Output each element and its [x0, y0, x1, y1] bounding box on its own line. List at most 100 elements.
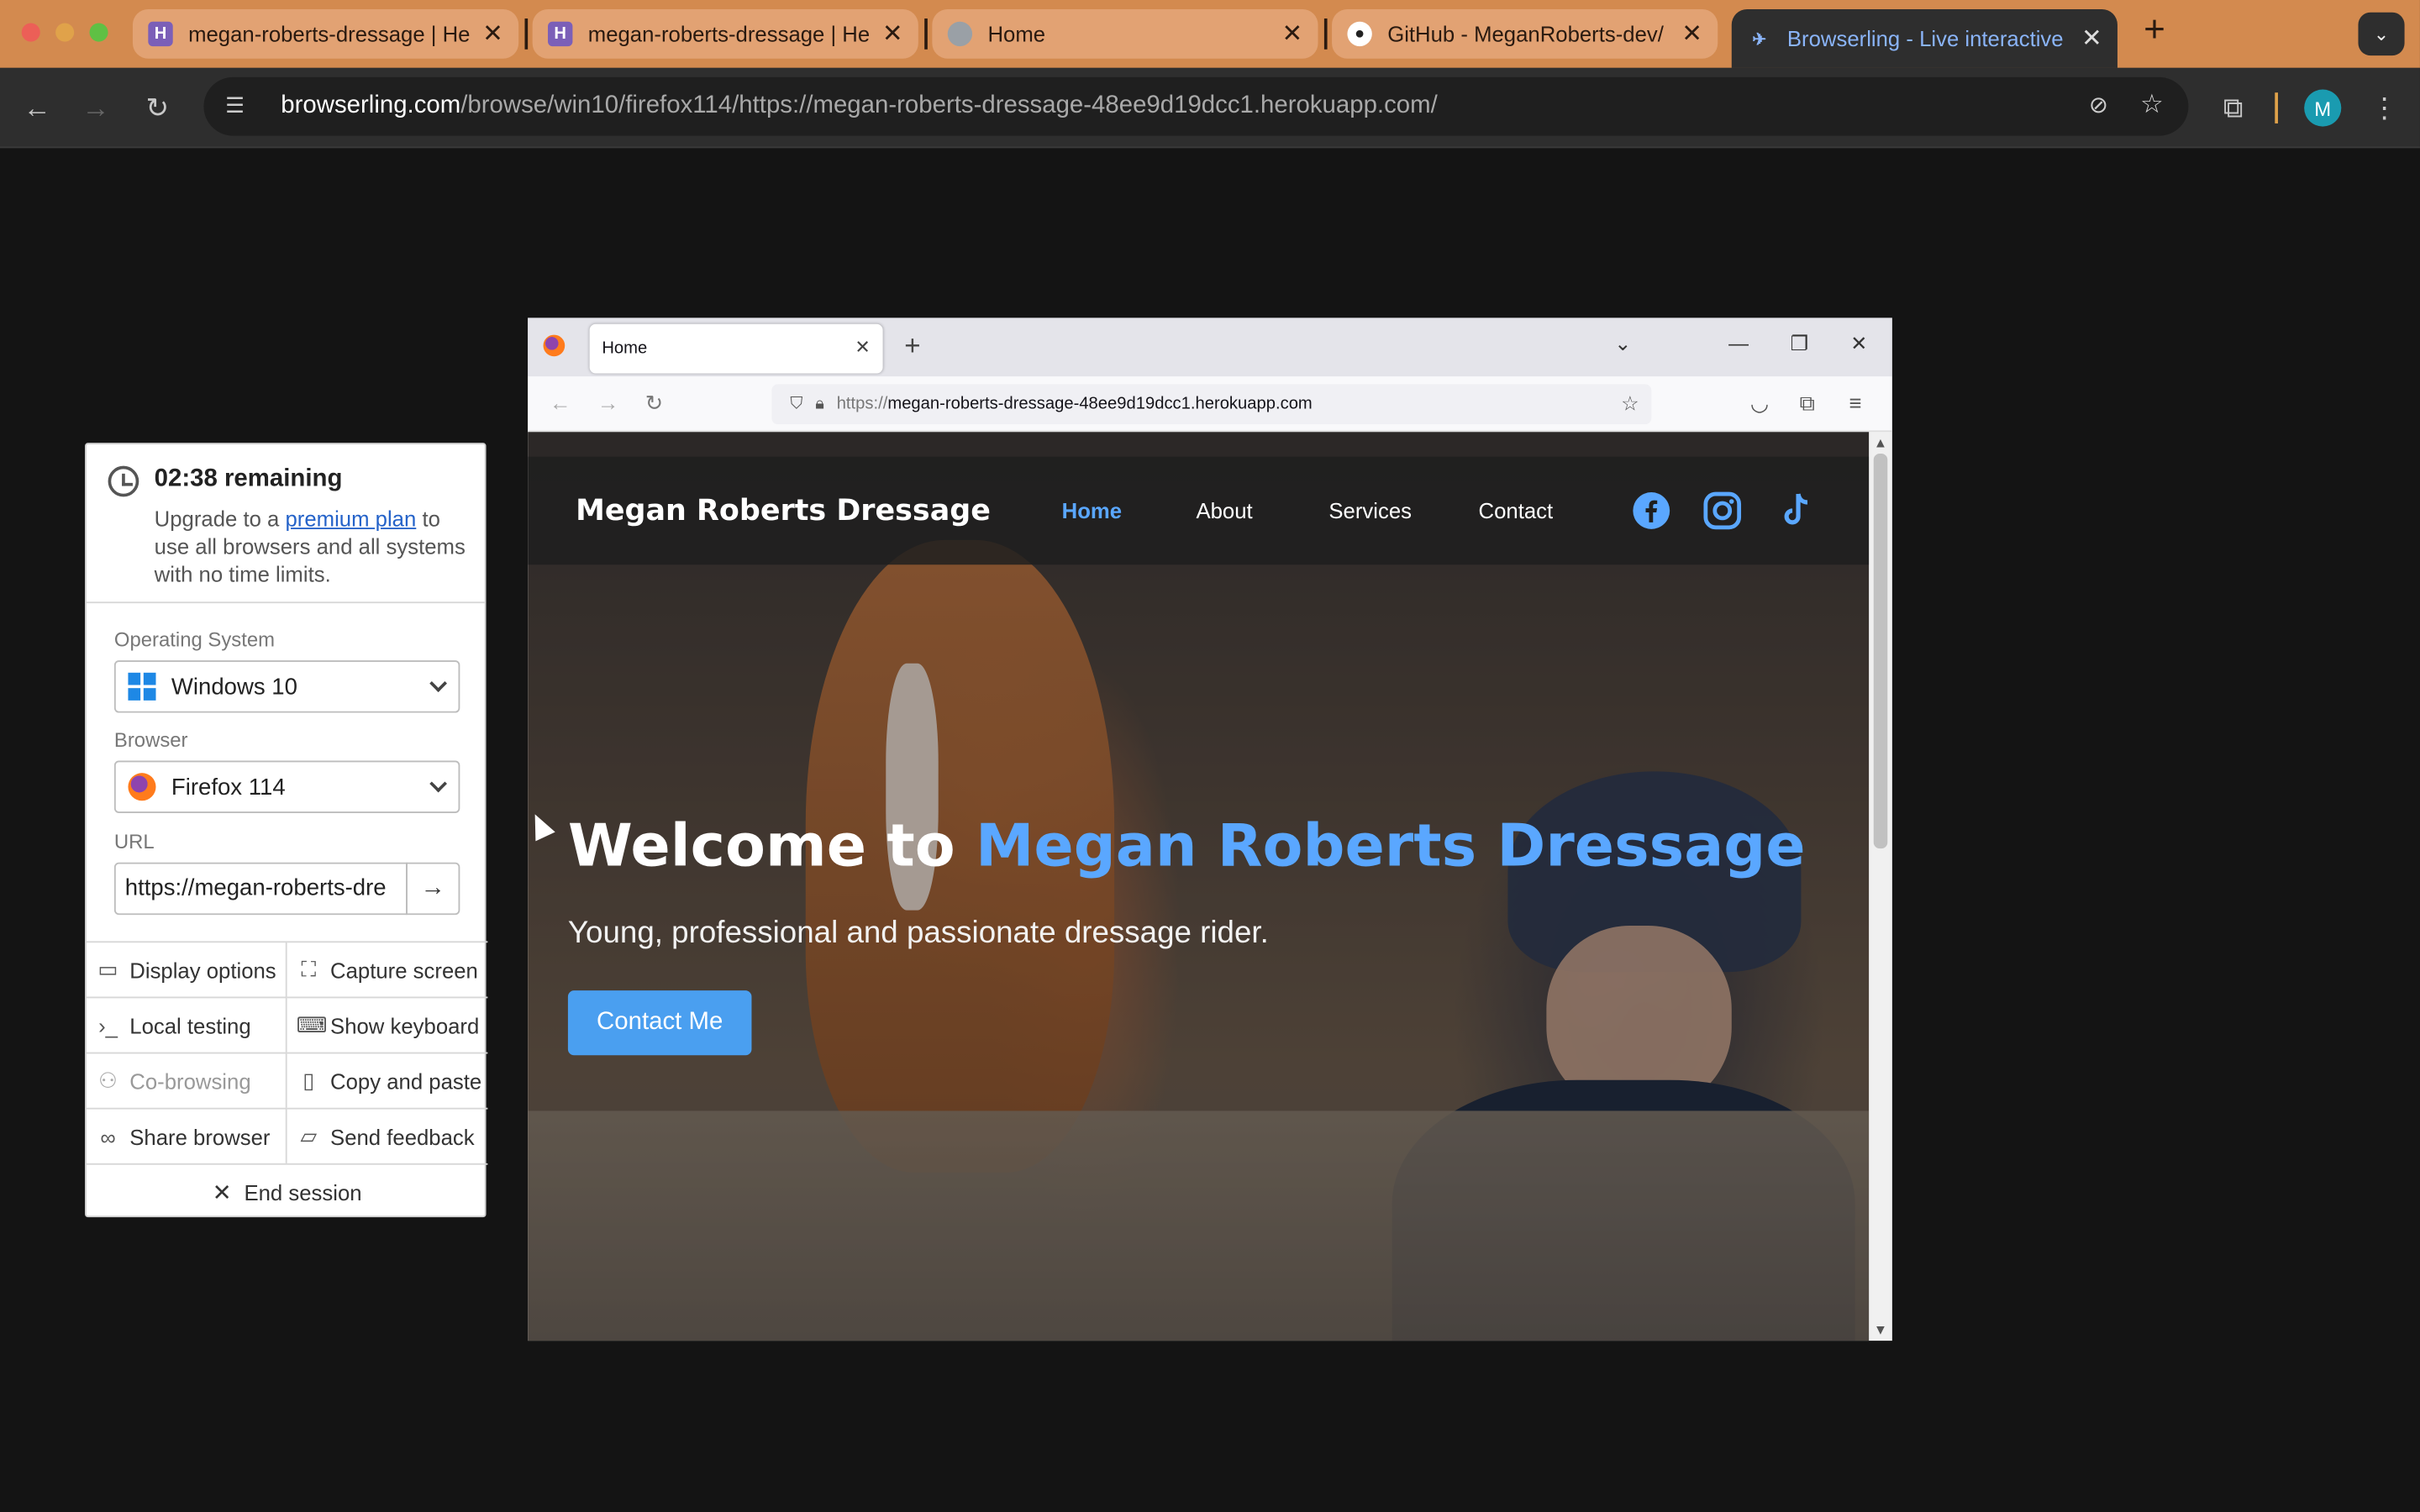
tab-separator [1323, 18, 1328, 50]
browserling-icon: ✈ [1752, 29, 1767, 49]
nav-contact[interactable]: Contact [1479, 498, 1554, 522]
chrome-tab-4[interactable]: ● GitHub - MeganRoberts-dev/ ✕ [1332, 9, 1718, 59]
comment-icon: ▱ [300, 1123, 318, 1148]
tab-close-icon[interactable]: ✕ [1681, 18, 1702, 50]
address-bar[interactable]: ☰ browserling.com/browse/win10/firefox11… [203, 76, 2189, 136]
reload-icon[interactable]: ↻ [645, 391, 664, 417]
lock-icon: 🔒︎ [815, 394, 824, 413]
end-session-button[interactable]: ✕ End session [86, 1163, 488, 1219]
github-icon: ● [1347, 21, 1372, 47]
site-brand[interactable]: Megan Roberts Dressage [576, 494, 991, 528]
users-icon: ⚇ [98, 1067, 118, 1093]
nav-home[interactable]: Home [1062, 498, 1122, 522]
tab-title: megan-roberts-dressage | He [188, 21, 471, 47]
url-input[interactable]: https://megan-roberts-dre [113, 862, 408, 916]
tab-title: GitHub - MeganRoberts-dev/ [1387, 21, 1664, 47]
reload-icon[interactable]: ↻ [139, 90, 176, 127]
firefox-url-bar[interactable]: ⛉ 🔒︎ https://megan-roberts-dressage-48ee… [771, 384, 1652, 425]
site-navbar: Megan Roberts Dressage Home About Servic… [528, 456, 1870, 565]
capture-screen-button[interactable]: ⛶ Capture screen [287, 941, 488, 996]
tab-close-icon[interactable]: ✕ [1282, 18, 1303, 50]
tab-close-icon[interactable]: ✕ [482, 18, 503, 50]
os-select[interactable]: Windows 10 [113, 660, 460, 713]
copy-and-paste-button[interactable]: ▯ Copy and paste [287, 1052, 488, 1108]
close-icon: ✕ [212, 1179, 232, 1206]
minimize-window-button[interactable] [55, 23, 75, 42]
firefox-tab-strip: Home ✕ + ⌄ — ❐ ✕ [528, 318, 1892, 377]
maximize-window-button[interactable] [89, 23, 108, 42]
close-window-button[interactable] [21, 23, 40, 42]
chrome-tab-3[interactable]: Home ✕ [932, 9, 1318, 59]
nav-services[interactable]: Services [1328, 498, 1412, 522]
contact-me-button[interactable]: Contact Me [567, 990, 752, 1056]
close-icon[interactable]: ✕ [1850, 332, 1867, 356]
tab-close-icon[interactable]: ✕ [882, 18, 903, 50]
instagram-icon[interactable] [1702, 491, 1743, 531]
scrollbar-thumb[interactable] [1873, 453, 1888, 849]
send-feedback-button[interactable]: ▱ Send feedback [287, 1107, 488, 1163]
no-camera-icon[interactable]: ⊘ [2089, 91, 2108, 118]
firefox-tab-home[interactable]: Home ✕ [589, 323, 883, 374]
site-settings-icon[interactable]: ☰ [225, 92, 253, 120]
share-browser-button[interactable]: ∞ Share browser [86, 1107, 287, 1163]
scroll-down-icon[interactable]: ▼ [1874, 1322, 1887, 1337]
action-label: Co-browsing [129, 1068, 251, 1094]
extensions-icon[interactable]: ⧉ [1800, 391, 1815, 417]
facebook-icon[interactable] [1631, 491, 1671, 531]
display-options-button[interactable]: ▭ Display options [86, 941, 287, 997]
browser-value: Firefox 114 [171, 774, 286, 801]
menu-icon[interactable]: ≡ [1849, 391, 1861, 415]
extensions-icon[interactable]: ⧉ [2215, 90, 2252, 127]
back-arrow-icon[interactable]: ← [550, 391, 571, 415]
local-testing-button[interactable]: ›_ Local testing [86, 996, 287, 1053]
chrome-tab-5-active[interactable]: ✈ Browserling - Live interactive ✕ [1731, 9, 2118, 68]
chrome-tab-1[interactable]: H megan-roberts-dressage | He ✕ [132, 9, 519, 59]
tab-separator [524, 18, 529, 50]
browser-label: Browser [113, 727, 188, 752]
upgrade-message: Upgrade to a premium plan to use all bro… [155, 505, 479, 588]
clipboard-icon: ▯ [302, 1067, 315, 1093]
tab-separator [924, 18, 928, 50]
pocket-icon[interactable]: ◡ [1750, 391, 1769, 417]
terminal-icon: ›_ [98, 1012, 118, 1038]
heroku-icon: H [548, 21, 573, 47]
tab-close-icon[interactable]: ✕ [855, 336, 870, 358]
profile-avatar[interactable]: M [2304, 89, 2342, 127]
remote-firefox-window[interactable]: Home ✕ + ⌄ — ❐ ✕ ← → ↻ ⛉ 🔒︎ https://mega… [528, 318, 1892, 1341]
co-browsing-button[interactable]: ⚇ Co-browsing [86, 1052, 287, 1108]
url-domain: megan-roberts-dressage-48ee9d19dcc1.hero… [887, 395, 1313, 414]
monitor-icon: ▭ [97, 956, 118, 982]
tab-search-button[interactable]: ⌄ [2358, 12, 2405, 56]
nav-about[interactable]: About [1196, 498, 1252, 522]
new-tab-button[interactable]: + [2134, 12, 2175, 53]
premium-plan-link[interactable]: premium plan [286, 506, 417, 530]
bookmark-star-icon[interactable]: ☆ [2140, 90, 2164, 121]
minimize-icon[interactable]: — [1728, 332, 1749, 355]
action-label: Capture screen [330, 957, 478, 983]
action-label: Local testing [129, 1012, 251, 1038]
action-label: Copy and paste [330, 1068, 482, 1094]
back-arrow-icon[interactable]: ← [18, 90, 55, 127]
browser-select[interactable]: Firefox 114 [113, 760, 460, 813]
browserling-panel: 02:38 remaining Upgrade to a premium pla… [85, 443, 488, 1219]
go-arrow-button[interactable]: → [406, 862, 460, 916]
firefox-icon[interactable] [543, 334, 566, 357]
show-keyboard-button[interactable]: ⌨ Show keyboard [287, 996, 488, 1053]
firefox-nav-bar: ← → ↻ ⛉ 🔒︎ https://megan-roberts-dressag… [528, 376, 1892, 433]
tiktok-icon[interactable] [1775, 491, 1815, 531]
new-tab-plus-icon[interactable]: + [904, 330, 920, 363]
chrome-tab-2[interactable]: H megan-roberts-dressage | He ✕ [532, 9, 918, 59]
hero-title-prefix: Welcome to [567, 811, 976, 879]
action-label: Display options [129, 957, 276, 983]
tab-title: megan-roberts-dressage | He [587, 21, 871, 47]
forward-arrow-icon[interactable]: → [77, 90, 114, 127]
scroll-up-icon[interactable]: ▲ [1874, 435, 1887, 450]
bookmark-star-icon[interactable]: ☆ [1621, 392, 1639, 417]
page-scrollbar[interactable]: ▲ ▼ [1869, 432, 1892, 1341]
tab-close-icon[interactable]: ✕ [2081, 24, 2102, 55]
list-tabs-chevron-icon[interactable]: ⌄ [1614, 332, 1631, 356]
hero-title: Welcome to Megan Roberts Dressage [568, 811, 1806, 879]
restore-icon[interactable]: ❐ [1791, 332, 1808, 356]
chrome-menu-icon[interactable]: ⋮ [2366, 90, 2403, 127]
forward-arrow-icon[interactable]: → [597, 391, 619, 415]
